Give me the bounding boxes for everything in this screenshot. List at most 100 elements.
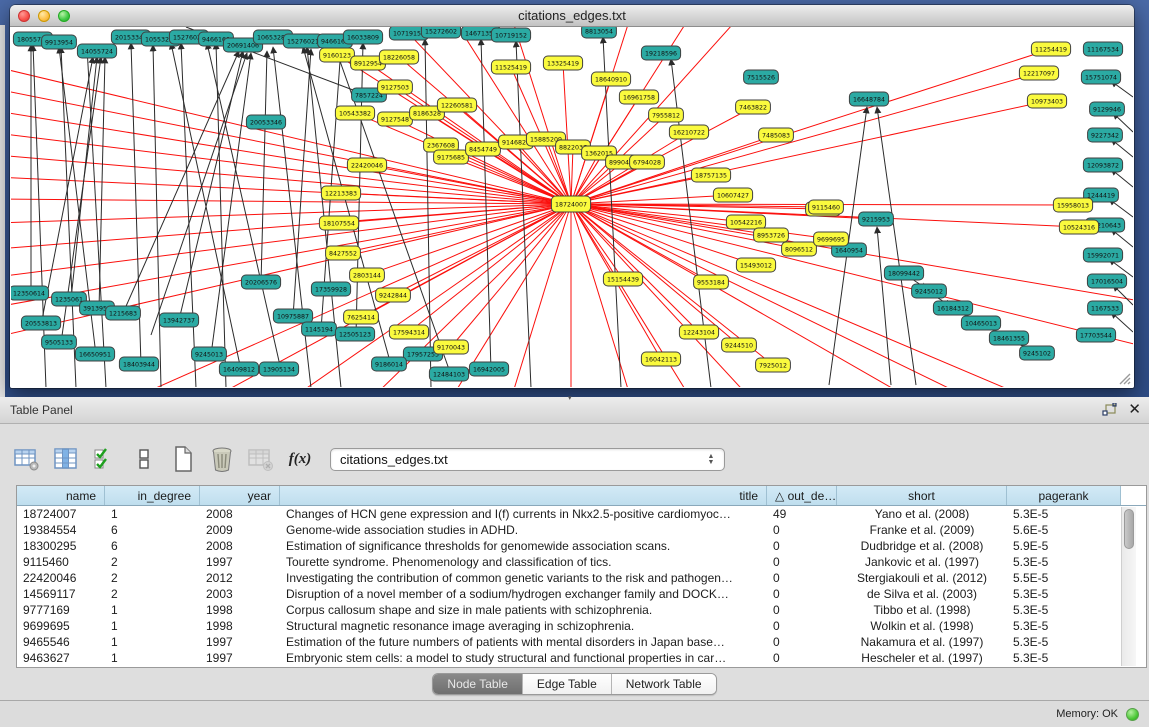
graph-node[interactable]: 9227342 [1088, 128, 1123, 142]
graph-node[interactable]: 13905134 [259, 362, 298, 376]
graph-node[interactable]: 20553813 [21, 316, 60, 330]
table-settings-icon[interactable] [14, 446, 40, 472]
graph-node[interactable]: 13942737 [159, 313, 198, 327]
graph-node[interactable]: 10607427 [713, 188, 752, 202]
graph-node[interactable]: 18107554 [319, 216, 358, 230]
memory-status-indicator[interactable] [1126, 708, 1139, 721]
column-header-in_degree[interactable]: in_degree [105, 486, 200, 505]
table-row[interactable]: 1456911722003Disruption of a novel membe… [17, 586, 1146, 602]
function-builder-button[interactable]: f(x) [287, 446, 313, 472]
graph-node[interactable]: 15751074 [1081, 70, 1120, 84]
scrollbar-thumb[interactable] [1124, 509, 1134, 549]
table-row[interactable]: 1830029562008Estimation of significance … [17, 538, 1146, 554]
graph-node[interactable]: 17016504 [1087, 274, 1126, 288]
graph-node[interactable]: 6794028 [630, 155, 665, 169]
graph-node[interactable]: 9170043 [434, 340, 469, 354]
graph-node[interactable]: 16184312 [933, 301, 972, 315]
graph-node[interactable]: 9913954 [42, 35, 77, 49]
graph-node[interactable]: 8427552 [326, 246, 361, 260]
graph-node[interactable]: 7463822 [736, 100, 771, 114]
graph-node[interactable]: 16650951 [75, 347, 114, 361]
graph-node[interactable]: 20053346 [246, 115, 285, 129]
graph-node[interactable]: 7485083 [759, 128, 794, 142]
tab-network-table[interactable]: Network Table [612, 674, 716, 694]
graph-node[interactable]: 18461355 [989, 331, 1028, 345]
column-header-year[interactable]: year [200, 486, 280, 505]
graph-node[interactable]: 9127548 [378, 112, 413, 126]
column-header-name[interactable]: name [17, 486, 105, 505]
graph-node[interactable]: 18403944 [119, 357, 158, 371]
graph-node[interactable]: 15154439 [603, 272, 642, 286]
select-columns-icon[interactable] [92, 446, 118, 472]
graph-node[interactable]: 10973403 [1027, 94, 1066, 108]
graph-node[interactable]: 1167533 [1088, 301, 1123, 315]
graph-node[interactable]: 9505133 [42, 335, 77, 349]
graph-node[interactable]: 16042113 [641, 352, 680, 366]
graph-node[interactable]: 12213383 [321, 186, 360, 200]
graph-node[interactable]: 12260581 [437, 98, 476, 112]
float-panel-icon[interactable] [1102, 403, 1118, 418]
tab-node-table[interactable]: Node Table [433, 674, 523, 694]
graph-node[interactable]: 17594314 [389, 325, 428, 339]
graph-node[interactable]: 1145194 [302, 322, 337, 336]
graph-node[interactable]: 8953726 [754, 228, 789, 242]
graph-node[interactable]: 8454749 [466, 142, 501, 156]
graph-node[interactable]: 10975887 [273, 309, 312, 323]
graph-node[interactable]: 17359928 [311, 282, 350, 296]
graph-node[interactable]: 15493012 [736, 258, 775, 272]
graph-node[interactable]: 18099442 [884, 266, 923, 280]
graph-node[interactable]: 10465013 [961, 316, 1000, 330]
graph-node[interactable]: 9245012 [912, 284, 947, 298]
graph-node[interactable]: 10719152 [491, 28, 530, 42]
graph-node[interactable]: 12093872 [1083, 158, 1122, 172]
graph-node[interactable]: 15276021 [283, 34, 322, 48]
delete-rows-icon[interactable] [209, 446, 235, 472]
graph-node[interactable]: 2803144 [350, 268, 385, 282]
graph-node[interactable]: 7955812 [649, 108, 684, 122]
graph-node[interactable]: 19218596 [641, 46, 680, 60]
graph-node[interactable]: 13325419 [543, 56, 582, 70]
graph-node[interactable]: 9244510 [722, 338, 757, 352]
new-document-icon[interactable] [170, 446, 196, 472]
graph-node[interactable]: 12243104 [679, 325, 718, 339]
graph-node[interactable]: 10542216 [726, 215, 765, 229]
graph-node[interactable]: 10543382 [335, 106, 374, 120]
graph-node[interactable]: 17703544 [1076, 328, 1115, 342]
graph-node[interactable]: 9245102 [1020, 346, 1055, 360]
resize-grip[interactable] [1117, 371, 1131, 385]
graph-node[interactable]: 15958013 [1053, 198, 1092, 212]
table-row[interactable]: 946554611997Estimation of the future num… [17, 634, 1146, 650]
table-row[interactable]: 1872400712008Changes of HCN gene express… [17, 506, 1146, 522]
graph-node[interactable]: 8813054 [582, 27, 617, 38]
network-canvas[interactable]: 1805572199139541405572420153342105532871… [11, 27, 1133, 387]
graph-node[interactable]: 10524316 [1059, 220, 1098, 234]
column-header-pagerank[interactable]: pagerank [1007, 486, 1121, 505]
graph-node[interactable]: 9553184 [694, 275, 729, 289]
graph-node[interactable]: 9160123 [320, 48, 355, 62]
table-select-combobox[interactable]: citations_edges.txt ▲▼ [330, 448, 725, 471]
column-header-out_de[interactable]: △ out_de… [767, 486, 837, 505]
table-row[interactable]: 2242004622012Investigating the contribut… [17, 570, 1146, 586]
graph-node[interactable]: 16409812 [219, 362, 258, 376]
graph-node[interactable]: 16210722 [669, 125, 708, 139]
graph-node[interactable]: 9129946 [1090, 102, 1125, 116]
graph-node[interactable]: 9115460 [809, 200, 844, 214]
window-titlebar[interactable]: citations_edges.txt [10, 5, 1134, 27]
table-header-row[interactable]: namein_degreeyeartitle△ out_de…shortpage… [17, 486, 1146, 506]
graph-node[interactable]: 12484103 [429, 367, 468, 381]
graph-node[interactable]: 12217097 [1019, 66, 1058, 80]
table-row[interactable]: 1938455462009Genome-wide association stu… [17, 522, 1146, 538]
graph-node[interactable]: 16033809 [343, 30, 382, 44]
graph-hub-node[interactable]: 18724007 [551, 196, 590, 212]
network-view-window[interactable]: citations_edges.txt 18055721991395414055… [10, 5, 1134, 388]
graph-node[interactable]: 9186014 [372, 357, 407, 371]
table-row[interactable]: 911546021997Tourette syndrome. Phenomeno… [17, 554, 1146, 570]
panel-divider-handle[interactable]: ▾ [568, 394, 578, 399]
graph-node[interactable]: 11525419 [491, 60, 530, 74]
table-row[interactable]: 946362711997Embryonic stem cells: a mode… [17, 650, 1146, 666]
table-row[interactable]: 969969511998Structural magnetic resonanc… [17, 618, 1146, 634]
rows-icon[interactable] [131, 446, 157, 472]
graph-node[interactable]: 9215953 [859, 212, 894, 226]
graph-node[interactable]: 18640910 [591, 72, 630, 86]
graph-node[interactable]: 16942005 [469, 362, 508, 376]
